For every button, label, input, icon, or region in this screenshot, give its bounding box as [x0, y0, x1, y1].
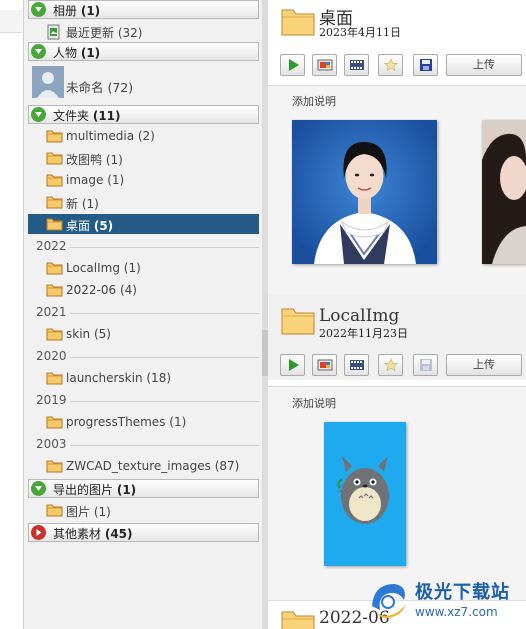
- folder-label: skin (5): [66, 327, 111, 341]
- folder-icon: [46, 371, 63, 388]
- section-albums[interactable]: 相册 (1): [28, 0, 259, 19]
- album-view: 桌面 2023年4月11日 上传 添加说明 LocalImg 2022年11月2…: [268, 0, 526, 629]
- star-button[interactable]: [378, 54, 403, 76]
- section-exported[interactable]: 导出的图片 (1): [28, 479, 259, 498]
- section-other-count: (45): [104, 527, 133, 541]
- year-label: 2019: [36, 393, 67, 407]
- movie-button[interactable]: [344, 354, 369, 376]
- photo-thumbnail[interactable]: [324, 422, 406, 566]
- folder-label: launcherskin (18): [66, 371, 172, 385]
- section-exported-title: 导出的图片: [53, 483, 114, 497]
- album-folder-icon: [280, 304, 316, 339]
- folder-count: (5): [93, 219, 114, 233]
- person-avatar[interactable]: [32, 66, 64, 98]
- album-folder-icon: [280, 5, 316, 40]
- album-label: 最近更新 (32): [66, 26, 143, 40]
- section-other-title: 其他素材: [53, 527, 102, 541]
- folder-label: 新 (1): [66, 197, 99, 211]
- folder-icon: [46, 129, 63, 146]
- section-folders-title: 文件夹: [53, 109, 90, 123]
- folder-icon: [46, 151, 63, 168]
- folder-item-selected[interactable]: 桌面 (5): [28, 214, 259, 234]
- year-divider: [70, 401, 259, 402]
- folder-label: image (1): [66, 173, 125, 187]
- year-divider: [70, 313, 259, 314]
- album-folder-icon: [280, 607, 316, 629]
- photo-thumbnail[interactable]: [292, 120, 437, 264]
- movie-button[interactable]: [344, 54, 369, 76]
- expand-arrow-icon[interactable]: [31, 2, 46, 17]
- folder-label: 桌面: [66, 219, 91, 233]
- section-albums-title: 相册: [53, 4, 78, 18]
- year-label: 2021: [36, 305, 67, 319]
- section-people[interactable]: 人物 (1): [28, 42, 259, 61]
- album-date: 2023年4月11日: [319, 26, 401, 39]
- upload-button[interactable]: 上传: [446, 54, 522, 76]
- watermark-logo-icon: [364, 576, 412, 627]
- collage-button[interactable]: [312, 354, 337, 376]
- folder-icon: [46, 217, 63, 234]
- person-label: 未命名 (72): [66, 80, 134, 95]
- left-panel-edge: [0, 0, 24, 629]
- folder-icon: [46, 173, 63, 190]
- add-caption-link[interactable]: 添加说明: [292, 395, 336, 411]
- upload-button[interactable]: 上传: [446, 354, 522, 376]
- year-label: 2022: [36, 239, 67, 253]
- play-slideshow-button[interactable]: [280, 54, 305, 76]
- collapsed-arrow-icon[interactable]: [31, 525, 46, 540]
- section-exported-count: (1): [116, 483, 137, 497]
- folder-icon: [46, 283, 63, 300]
- folder-icon: [46, 261, 63, 278]
- year-divider: [70, 445, 259, 446]
- folder-label: ZWCAD_texture_images (87): [66, 459, 240, 473]
- folder-icon: [46, 415, 63, 432]
- year-divider: [70, 247, 259, 248]
- section-people-title: 人物: [53, 46, 78, 60]
- folder-label: multimedia (2): [66, 129, 155, 143]
- folder-label: 2022-06 (4): [66, 283, 137, 297]
- add-caption-link[interactable]: 添加说明: [292, 93, 336, 109]
- album-date: 2022年11月23日: [319, 327, 408, 340]
- section-albums-count: (1): [80, 4, 101, 18]
- folder-icon: [46, 327, 63, 344]
- folder-icon: [46, 503, 63, 520]
- folder-label: 图片 (1): [66, 505, 111, 519]
- year-label: 2003: [36, 437, 67, 451]
- photo-thumbnail[interactable]: [482, 120, 526, 264]
- year-label: 2020: [36, 349, 67, 363]
- collage-button[interactable]: [312, 54, 337, 76]
- expand-arrow-icon[interactable]: [31, 44, 46, 59]
- save-button[interactable]: [413, 354, 438, 376]
- expand-arrow-icon[interactable]: [31, 107, 46, 122]
- section-other[interactable]: 其他素材 (45): [28, 523, 259, 542]
- section-people-count: (1): [80, 46, 101, 60]
- folder-icon: [46, 195, 63, 212]
- folder-label: LocalImg (1): [66, 261, 141, 275]
- save-button[interactable]: [413, 54, 438, 76]
- watermark-url: www.xz7.com: [415, 605, 498, 619]
- folder-icon: [46, 459, 63, 476]
- section-folders[interactable]: 文件夹 (11): [28, 105, 259, 124]
- album-title[interactable]: LocalImg: [319, 306, 399, 326]
- left-tab[interactable]: [0, 10, 22, 33]
- expand-arrow-icon[interactable]: [31, 481, 46, 496]
- star-button[interactable]: [378, 354, 403, 376]
- watermark-title: 极光下载站: [415, 582, 510, 603]
- folder-label: progressThemes (1): [66, 415, 187, 429]
- year-divider: [70, 357, 259, 358]
- recent-album-icon: [46, 24, 62, 43]
- folder-label: 改图鸭 (1): [66, 153, 123, 167]
- watermark: 极光下载站 www.xz7.com: [360, 574, 526, 629]
- section-folders-count: (11): [92, 109, 121, 123]
- play-slideshow-button[interactable]: [280, 354, 305, 376]
